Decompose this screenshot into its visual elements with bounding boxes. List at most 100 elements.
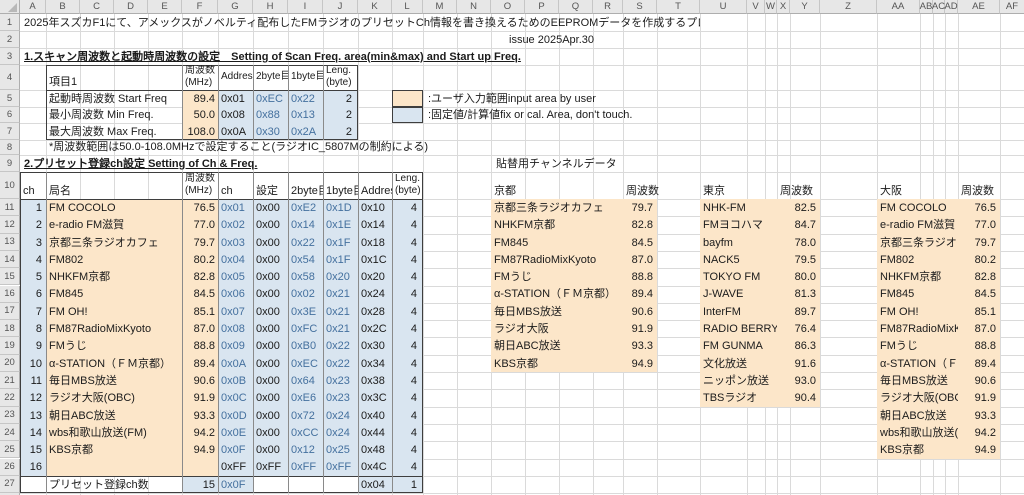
t2-ch-no[interactable]: 13 bbox=[20, 407, 46, 424]
t2-len[interactable]: 4 bbox=[392, 389, 423, 406]
t1-len[interactable]: 2 bbox=[323, 107, 358, 123]
row-header-19[interactable]: 19 bbox=[0, 337, 20, 355]
row-header-7[interactable]: 7 bbox=[0, 123, 20, 140]
kyoto-header[interactable]: 京都 bbox=[491, 172, 623, 199]
osaka-station[interactable]: ラジオ大阪(OBC) bbox=[877, 389, 958, 406]
t2-byte1[interactable]: 0x22 bbox=[323, 355, 358, 372]
osaka-station[interactable]: NHKFM京都 bbox=[877, 268, 958, 285]
t2-ch-hex[interactable]: 0x05 bbox=[218, 268, 253, 285]
t2-addr[interactable]: 0x34 bbox=[358, 355, 392, 372]
t2-ch-no[interactable]: 10 bbox=[20, 355, 46, 372]
t2-ch-hex[interactable]: 0x01 bbox=[218, 199, 253, 216]
t1-addr[interactable]: 0x0A bbox=[218, 123, 253, 140]
t2-addr[interactable]: 0x38 bbox=[358, 372, 392, 389]
t2-station[interactable]: α-STATION（ＦＭ京都） bbox=[46, 355, 182, 372]
tokyo-station[interactable]: TOKYO FM bbox=[700, 268, 777, 285]
t1-byte2[interactable]: 0xEC bbox=[253, 90, 288, 107]
kyoto-station[interactable]: ラジオ大阪 bbox=[491, 320, 623, 337]
kyoto-station-freq[interactable]: 88.8 bbox=[623, 268, 657, 285]
row-header-26[interactable]: 26 bbox=[0, 458, 20, 476]
t2-ch-no[interactable]: 16 bbox=[20, 459, 46, 476]
t2-byte2[interactable]: 0x02 bbox=[288, 286, 323, 303]
tokyo-station-freq[interactable]: 80.0 bbox=[777, 268, 820, 285]
t2-byte1[interactable]: 0x21 bbox=[323, 303, 358, 320]
row-header-5[interactable]: 5 bbox=[0, 90, 20, 107]
t2-byte2[interactable]: 0x54 bbox=[288, 251, 323, 268]
t2-freq[interactable]: 90.6 bbox=[182, 372, 218, 389]
t2-ch-no[interactable]: 5 bbox=[20, 268, 46, 285]
osaka-station-freq[interactable]: 84.5 bbox=[958, 286, 1000, 303]
t2-freq[interactable]: 87.0 bbox=[182, 320, 218, 337]
tokyo-station-freq[interactable]: 89.7 bbox=[777, 303, 820, 320]
t2-header-len[interactable]: Leng. (byte) bbox=[392, 172, 423, 199]
t2-station[interactable]: e-radio FM滋賀 bbox=[46, 216, 182, 233]
t2-freq[interactable]: 77.0 bbox=[182, 216, 218, 233]
kyoto-station[interactable]: 朝日ABC放送 bbox=[491, 337, 623, 354]
t2-ch-hex[interactable]: 0x0F bbox=[218, 441, 253, 458]
t2-byte2[interactable]: 0x12 bbox=[288, 441, 323, 458]
column-header-AA[interactable]: AA bbox=[877, 0, 920, 14]
t2-ch-hex[interactable]: 0x0E bbox=[218, 424, 253, 441]
t2-ch-no[interactable]: 6 bbox=[20, 286, 46, 303]
t2-freq[interactable]: 94.2 bbox=[182, 424, 218, 441]
t1-freq[interactable]: 50.0 bbox=[182, 107, 218, 123]
t2-footer-count[interactable]: 15 bbox=[182, 476, 218, 493]
t2-addr[interactable]: 0x3C bbox=[358, 389, 392, 406]
t1-freq[interactable]: 89.4 bbox=[182, 90, 218, 107]
t2-freq[interactable]: 93.3 bbox=[182, 407, 218, 424]
osaka-station-freq[interactable]: 88.8 bbox=[958, 337, 1000, 354]
t2-addr[interactable]: 0x48 bbox=[358, 441, 392, 458]
t2-setting[interactable]: 0x00 bbox=[253, 303, 288, 320]
t2-ch-hex[interactable]: 0x03 bbox=[218, 234, 253, 251]
t2-freq[interactable]: 80.2 bbox=[182, 251, 218, 268]
t2-setting[interactable]: 0x00 bbox=[253, 199, 288, 216]
row-header-2[interactable]: 2 bbox=[0, 31, 20, 48]
t2-len[interactable]: 4 bbox=[392, 216, 423, 233]
t1-freq[interactable]: 108.0 bbox=[182, 123, 218, 140]
t2-ch-no[interactable]: 14 bbox=[20, 424, 46, 441]
t2-ch-no[interactable]: 12 bbox=[20, 389, 46, 406]
kyoto-station[interactable]: α-STATION（ＦＭ京都） bbox=[491, 286, 623, 303]
t2-ch-no[interactable]: 8 bbox=[20, 320, 46, 337]
column-header-AF[interactable]: AF bbox=[1000, 0, 1024, 14]
t2-ch-hex[interactable]: 0x0D bbox=[218, 407, 253, 424]
t2-station[interactable] bbox=[46, 459, 182, 476]
t2-byte2[interactable]: 0xE2 bbox=[288, 199, 323, 216]
osaka-station-freq[interactable]: 87.0 bbox=[958, 320, 1000, 337]
t2-len[interactable]: 4 bbox=[392, 459, 423, 476]
tokyo-station[interactable]: TBSラジオ bbox=[700, 389, 777, 406]
kyoto-station-freq[interactable]: 89.4 bbox=[623, 286, 657, 303]
column-header-B[interactable]: B bbox=[46, 0, 80, 14]
t2-station[interactable]: FM87RadioMixKyoto bbox=[46, 320, 182, 337]
t2-setting[interactable]: 0x00 bbox=[253, 372, 288, 389]
row-header-15[interactable]: 15 bbox=[0, 268, 20, 286]
t2-header-freq[interactable]: 周波数 (MHz) bbox=[182, 172, 218, 199]
column-header-M[interactable]: M bbox=[423, 0, 457, 14]
t2-ch-hex[interactable]: 0x07 bbox=[218, 303, 253, 320]
osaka-station[interactable]: 京都三条ラジオカフェ bbox=[877, 234, 958, 251]
t2-byte1[interactable]: 0x24 bbox=[323, 424, 358, 441]
t2-len[interactable]: 4 bbox=[392, 320, 423, 337]
tokyo-station[interactable]: InterFM bbox=[700, 303, 777, 320]
t2-header-station[interactable]: 局名 bbox=[46, 172, 182, 199]
tokyo-station-freq[interactable]: 76.4 bbox=[777, 320, 820, 337]
t1-addr[interactable]: 0x01 bbox=[218, 90, 253, 107]
column-header-L[interactable]: L bbox=[392, 0, 423, 14]
t2-addr[interactable]: 0x24 bbox=[358, 286, 392, 303]
column-header-U[interactable]: U bbox=[700, 0, 747, 14]
tokyo-station[interactable]: NHK-FM bbox=[700, 199, 777, 216]
row-header-10[interactable]: 10 bbox=[0, 172, 20, 199]
osaka-station[interactable]: FMうじ bbox=[877, 337, 958, 354]
t2-byte2[interactable]: 0xFC bbox=[288, 320, 323, 337]
t2-byte2[interactable]: 0x64 bbox=[288, 372, 323, 389]
row-header-6[interactable]: 6 bbox=[0, 107, 20, 123]
tokyo-station-freq[interactable]: 90.4 bbox=[777, 389, 820, 406]
t2-setting[interactable]: 0x00 bbox=[253, 216, 288, 233]
t1-len[interactable]: 2 bbox=[323, 123, 358, 140]
column-header-S[interactable]: S bbox=[623, 0, 657, 14]
t2-addr[interactable]: 0x44 bbox=[358, 424, 392, 441]
osaka-station-freq[interactable]: 94.9 bbox=[958, 441, 1000, 458]
column-header-A[interactable]: A bbox=[20, 0, 46, 14]
osaka-station-freq[interactable]: 93.3 bbox=[958, 407, 1000, 424]
t1-header-freq[interactable]: 周波数 (MHz) bbox=[182, 65, 218, 90]
